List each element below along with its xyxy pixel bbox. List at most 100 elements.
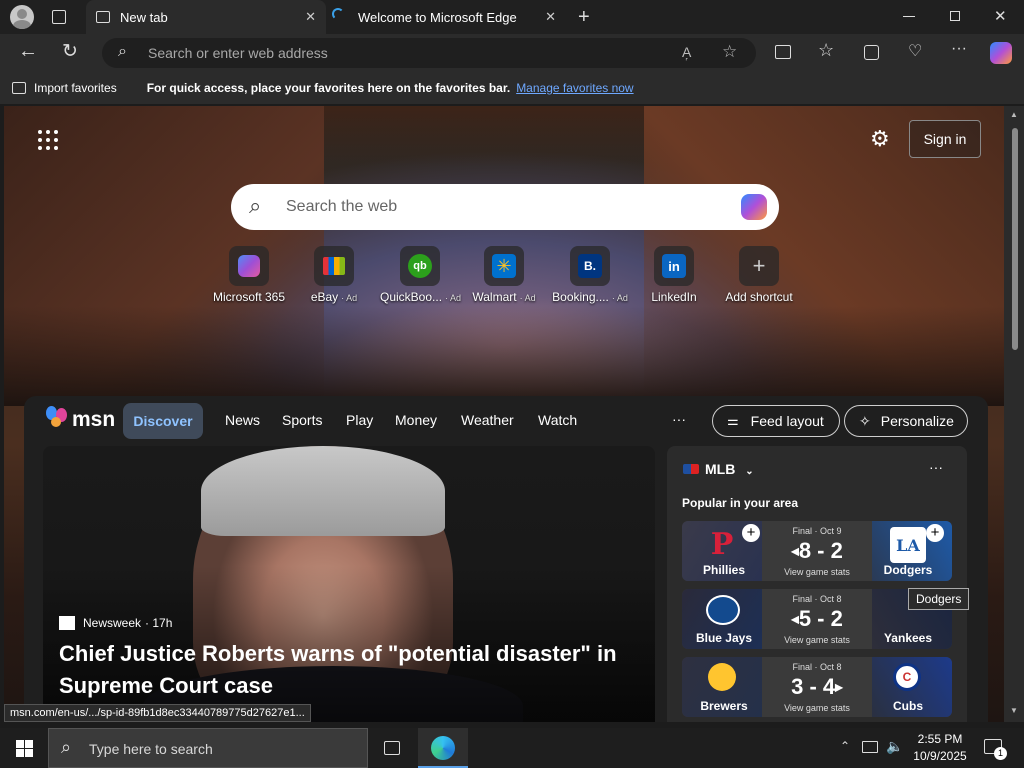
clock-time: 2:55 PM [917, 732, 963, 746]
import-favorites-button[interactable]: Import favorites [34, 81, 117, 95]
new-tab-icon[interactable]: + [578, 6, 590, 29]
newsweek-logo-icon [59, 616, 75, 630]
tab-watch[interactable]: Watch [538, 412, 577, 428]
follow-team-button[interactable]: + [742, 524, 760, 542]
network-icon[interactable] [862, 741, 878, 753]
more-options-icon[interactable]: ··· [951, 40, 967, 58]
read-aloud-icon[interactable]: A᷊ [682, 44, 691, 60]
restore-icon[interactable] [950, 11, 960, 21]
quick-link-linkedin[interactable]: in LinkedIn [634, 246, 714, 304]
clock-date: 10/9/2025 [913, 749, 967, 763]
back-icon[interactable]: ← [18, 40, 38, 63]
edge-taskbar-button[interactable] [418, 728, 468, 768]
tab-label: New tab [120, 9, 168, 25]
hero-image-hair [201, 446, 445, 536]
minimize-icon[interactable] [903, 16, 915, 17]
feed-layout-button[interactable]: ⚌ Feed layout [712, 405, 840, 437]
dodgers-logo-icon: LA [890, 527, 926, 563]
msn-logo-text: msn [72, 408, 116, 431]
manage-favorites-link[interactable]: Manage favorites now [516, 81, 633, 95]
scroll-down-icon[interactable]: ▼ [1010, 706, 1018, 715]
hero-text: Newsweek · 17h Chief Justice Roberts war… [59, 616, 649, 702]
tab-actions-icon[interactable] [52, 10, 66, 24]
windows-start-icon[interactable] [16, 740, 33, 757]
quick-link-ebay[interactable]: eBay · Ad [294, 246, 374, 304]
walmart-icon: ✳ [484, 246, 524, 286]
show-hidden-icons[interactable]: ⌃ [840, 739, 850, 753]
microsoft365-icon [229, 246, 269, 286]
collections-icon[interactable] [864, 45, 879, 60]
loading-icon [332, 8, 344, 20]
tab-sports[interactable]: Sports [282, 412, 322, 428]
clock[interactable]: 2:55 PM 10/9/2025 [908, 731, 972, 765]
follow-team-button[interactable]: + [926, 524, 944, 542]
copilot-search-icon[interactable] [741, 194, 767, 220]
settings-gear-icon[interactable]: ⚙ [870, 126, 890, 152]
profile-avatar[interactable] [10, 5, 34, 29]
close-tab-icon[interactable]: ✕ [545, 9, 556, 25]
quick-link-label: eBay [310, 290, 339, 304]
quick-link-label: LinkedIn [651, 290, 697, 304]
split-screen-icon[interactable] [775, 45, 791, 59]
tab-news[interactable]: News [225, 412, 260, 428]
search-placeholder: Search the web [286, 198, 398, 215]
hero-news-card[interactable]: Newsweek · 17h Chief Justice Roberts war… [43, 446, 655, 722]
cubs-logo-icon: C [893, 663, 921, 691]
add-shortcut-button[interactable]: + Add shortcut [719, 246, 799, 304]
tab-play[interactable]: Play [346, 412, 373, 428]
tab-discover[interactable]: Discover [123, 403, 203, 439]
new-tab-page: ⚙ Sign in ⌕ Search the web Microsoft 365… [4, 106, 1004, 722]
web-search-box[interactable]: ⌕ Search the web [231, 184, 779, 230]
tab-label: Discover [133, 413, 193, 429]
notifications-icon[interactable]: 1 [984, 739, 1007, 760]
address-bar[interactable]: ⌕ Search or enter web address A᷊ ☆ [102, 38, 756, 68]
close-window-icon[interactable]: ✕ [994, 7, 1007, 25]
sign-in-button[interactable]: Sign in [909, 120, 981, 158]
sports-more-icon[interactable]: ··· [929, 459, 943, 475]
ad-badge: · Ad [519, 293, 536, 303]
tab-welcome[interactable]: Welcome to Microsoft Edge ✕ [328, 0, 564, 34]
view-game-stats[interactable]: View game stats [762, 703, 872, 713]
booking-icon: B. [570, 246, 610, 286]
favorite-star-icon[interactable]: ☆ [722, 42, 737, 62]
personalize-button[interactable]: ✧ Personalize [844, 405, 968, 437]
view-game-stats[interactable]: View game stats [762, 635, 872, 645]
quick-link-label: Booking.... [552, 290, 609, 304]
quick-link-walmart[interactable]: ✳ Walmart · Ad [464, 246, 544, 304]
ebay-icon [314, 246, 354, 286]
quick-link-label: Walmart [472, 290, 517, 304]
task-view-icon[interactable] [384, 741, 400, 755]
close-tab-icon[interactable]: ✕ [305, 9, 316, 25]
browser-essentials-icon[interactable]: ♡ [908, 41, 922, 61]
volume-muted-icon[interactable]: 🔈 [886, 738, 903, 755]
favbar-message: For quick access, place your favorites h… [146, 81, 511, 95]
notification-count: 1 [994, 747, 1007, 760]
tab-money[interactable]: Money [395, 412, 437, 428]
scroll-up-icon[interactable]: ▲ [1010, 110, 1018, 119]
home-team-name: Brewers [700, 699, 748, 713]
news-age: · 17h [145, 616, 173, 630]
tab-new-tab[interactable]: New tab ✕ [86, 0, 326, 34]
taskbar-search[interactable]: ⌕ Type here to search [48, 728, 368, 768]
quick-link-microsoft365[interactable]: Microsoft 365 [209, 246, 289, 304]
more-nav-icon[interactable]: ··· [672, 411, 686, 427]
page-icon [96, 11, 110, 23]
game-status: Final · Oct 9 [792, 526, 842, 536]
news-headline[interactable]: Chief Justice Roberts warns of "potentia… [59, 638, 649, 702]
game-card[interactable]: P + LA + Final · Oct 9 ◀8 - 2 View game … [682, 521, 952, 581]
tab-weather[interactable]: Weather [461, 412, 514, 428]
taskbar-search-placeholder: Type here to search [89, 741, 213, 757]
view-game-stats[interactable]: View game stats [762, 567, 872, 577]
quick-link-booking[interactable]: B. Booking.... · Ad [550, 246, 630, 304]
game-score: ◀5 - 2 [791, 606, 843, 631]
league-selector[interactable]: MLB ⌄ [705, 461, 754, 477]
copilot-icon[interactable] [990, 42, 1012, 64]
page-scrollbar[interactable]: ▲ ▼ [1004, 106, 1024, 722]
game-card[interactable]: C Final · Oct 8 3 - 4▶ View game stats B… [682, 657, 952, 717]
quick-link-quickbooks[interactable]: qb QuickBoo... · Ad [380, 246, 461, 304]
tab-label: Welcome to Microsoft Edge [358, 9, 517, 25]
favorites-icon[interactable]: ☆ [818, 40, 834, 61]
app-launcher-icon[interactable] [38, 130, 58, 150]
scrollbar-thumb[interactable] [1012, 128, 1018, 350]
refresh-icon[interactable]: ↻ [62, 40, 78, 63]
